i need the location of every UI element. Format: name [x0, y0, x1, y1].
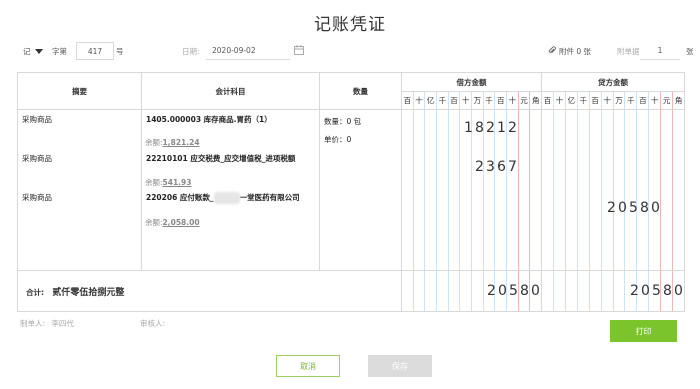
amount-digit: 6 — [497, 159, 506, 175]
amount-digit: 7 — [508, 159, 517, 175]
amount-digit: 0 — [531, 283, 540, 299]
attach-docs-unit: 张 — [686, 46, 694, 56]
row-1-account[interactable]: 1405.000003 库存商品.胃药（1） — [146, 114, 272, 125]
quantity-header: 数量 — [319, 72, 402, 110]
amount-digit: 1 — [464, 120, 473, 136]
save-button[interactable]: 保存 — [368, 355, 432, 377]
total-debit-cell: 20580 — [402, 271, 541, 311]
amount-digit: 2 — [487, 283, 496, 299]
account-header: 会计科目 — [141, 72, 320, 110]
row-1-price[interactable]: 单价：0 — [324, 134, 351, 145]
amount-digit: 2 — [630, 283, 639, 299]
quantity-column: 数量：0 包 单价：0 — [320, 110, 401, 270]
chevron-down-icon — [34, 48, 43, 54]
amount-digit: 2 — [508, 120, 517, 136]
date-value: 2020-09-02 — [212, 46, 256, 55]
row-3-balance: 余额:2,058.00 — [145, 218, 200, 227]
total-credit-cell: 20580 — [542, 271, 684, 311]
maker-label: 制单人: — [20, 319, 46, 328]
amount-digit: 5 — [629, 200, 638, 216]
amount-digit: 0 — [618, 200, 627, 216]
cancel-button[interactable]: 取消 — [276, 355, 340, 377]
row-1-debit: 18212 — [463, 120, 518, 136]
amount-digit: 2 — [486, 120, 495, 136]
total-label: 合计: — [26, 287, 44, 297]
debit-digit-units: 百十亿千百十万千百十元角 — [402, 92, 541, 109]
amount-digit: 2 — [607, 200, 616, 216]
row-2-debit: 2367 — [474, 159, 518, 175]
amount-digit: 2 — [475, 159, 484, 175]
amount-digit: 1 — [497, 120, 506, 136]
amount-digit: 0 — [674, 283, 683, 299]
amount-digit: 0 — [641, 283, 650, 299]
word-label: 字第 — [52, 46, 67, 56]
row-2-account[interactable]: 22210101 应交税费_应交增值税_进项税额 — [146, 153, 295, 164]
summary-header: 摘要 — [17, 72, 142, 110]
account-column: 1405.000003 库存商品.胃药（1） 余额:1,821.24 22210… — [142, 110, 319, 270]
row-2-summary[interactable]: 采购商品 — [22, 153, 52, 164]
row-3-account[interactable]: 220206 应付账款_ 一堂医药有限公司 — [146, 192, 300, 204]
amount-digit: 3 — [486, 159, 495, 175]
attachment-link[interactable]: 附件 0 张 — [548, 42, 591, 60]
amount-digit: 5 — [652, 283, 661, 299]
redacted-blur — [213, 192, 240, 204]
summary-column[interactable]: 采购商品 采购商品 采购商品 — [18, 110, 141, 270]
attach-docs-input[interactable]: 1 — [640, 43, 680, 60]
attach-docs-label: 附单据 — [617, 46, 640, 56]
credit-header: 贷方金额 — [541, 72, 685, 92]
amount-digit: 0 — [498, 283, 507, 299]
row-3-credit: 20580 — [606, 200, 661, 216]
row-1-balance: 余额:1,821.24 — [145, 138, 200, 147]
row-1-summary[interactable]: 采购商品 — [22, 114, 52, 125]
debit-column[interactable]: 18212 2367 — [402, 110, 541, 270]
number-suffix: 号 — [116, 46, 124, 56]
amount-digit: 8 — [475, 120, 484, 136]
voucher-type-value: 记 — [23, 46, 31, 56]
attachment-label: 附件 0 张 — [559, 46, 592, 56]
amount-digit: 0 — [651, 200, 660, 216]
row-2-balance: 余额:541.93 — [145, 178, 192, 187]
voucher-header: 记 字第 417 号 日期: 2020-09-02 附件 0 张 附单据 1 张 — [18, 42, 700, 60]
amount-digit: 8 — [640, 200, 649, 216]
total-in-words: 贰仟零伍拾捌元整 — [52, 287, 125, 298]
amount-digit: 8 — [663, 283, 672, 299]
maker-info: 制单人: 李四代 — [20, 318, 74, 329]
row-3-summary[interactable]: 采购商品 — [22, 192, 52, 203]
amount-digit: 8 — [520, 283, 529, 299]
credit-digit-units: 百十亿千百十万千百十元角 — [542, 92, 684, 109]
credit-column[interactable]: 20580 — [542, 110, 684, 270]
date-label: 日期: — [182, 46, 200, 56]
total-debit: 20580 — [486, 283, 541, 299]
total-credit: 20580 — [629, 283, 684, 299]
row-1-quantity[interactable]: 数量：0 包 — [324, 116, 361, 127]
voucher-type-select[interactable]: 记 — [23, 42, 43, 60]
maker-name: 李四代 — [51, 319, 74, 328]
print-button[interactable]: 打印 — [610, 320, 677, 342]
page-title: 记账凭证 — [314, 15, 386, 35]
voucher-number-input[interactable]: 417 — [76, 42, 114, 60]
paperclip-icon — [548, 45, 556, 57]
voucher-table: 摘要 会计科目 数量 借方金额 贷方金额 百十亿千百十万千百十元角 百十亿千百十… — [17, 72, 685, 312]
amount-digit: 5 — [509, 283, 518, 299]
date-input[interactable]: 2020-09-02 — [206, 43, 290, 60]
reviewer-label: 审核人: — [140, 319, 166, 328]
calendar-icon[interactable] — [294, 45, 304, 57]
debit-header: 借方金额 — [401, 72, 542, 92]
